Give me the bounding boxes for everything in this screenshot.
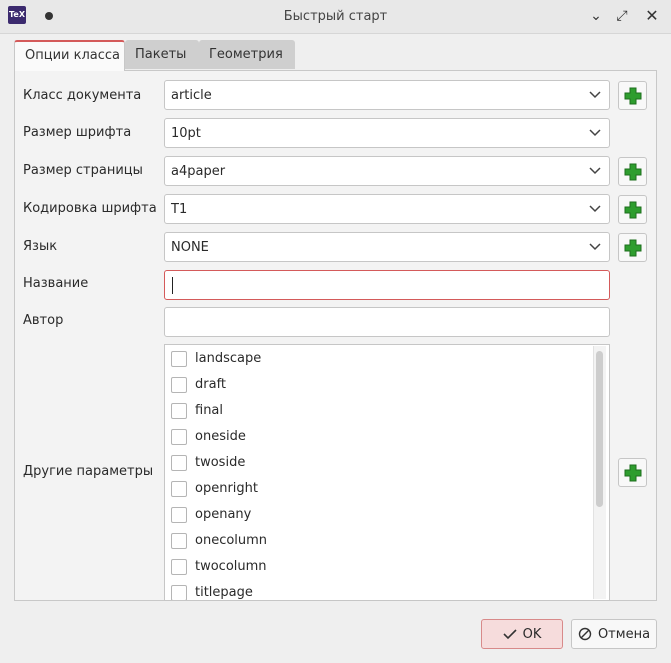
- list-scrollbar[interactable]: [593, 346, 606, 599]
- checkbox[interactable]: [171, 507, 187, 523]
- chevron-down-icon: [589, 243, 601, 251]
- checkbox[interactable]: [171, 377, 187, 393]
- add-language-button[interactable]: [618, 233, 647, 262]
- font-encoding-value: T1: [171, 202, 188, 217]
- chevron-down-icon: [589, 205, 601, 213]
- font-size-combo[interactable]: 10pt: [164, 118, 610, 148]
- plus-icon: [624, 464, 642, 482]
- document-class-label: Класс документа: [23, 88, 142, 103]
- checkbox[interactable]: [171, 351, 187, 367]
- paper-size-value: a4paper: [171, 164, 226, 179]
- tab-geometry[interactable]: Геометрия: [199, 40, 295, 69]
- language-label: Язык: [23, 239, 58, 254]
- chevron-down-icon: [589, 91, 601, 99]
- add-font-encoding-button[interactable]: [618, 195, 647, 224]
- cancel-icon: [578, 627, 592, 641]
- other-options-label: Другие параметры: [23, 464, 154, 479]
- title-input[interactable]: [164, 270, 610, 300]
- title-label: Название: [23, 276, 89, 291]
- plus-icon: [624, 87, 642, 105]
- tab-class-options[interactable]: Опции класса: [14, 40, 125, 71]
- minimize-icon[interactable]: ⌄: [586, 6, 606, 26]
- document-class-value: article: [171, 88, 212, 103]
- text-caret: [172, 277, 173, 294]
- checkbox[interactable]: [171, 481, 187, 497]
- tab-packages[interactable]: Пакеты: [125, 40, 199, 69]
- author-label: Автор: [23, 313, 64, 328]
- checkbox[interactable]: [171, 455, 187, 471]
- plus-icon: [624, 201, 642, 219]
- close-icon[interactable]: ✕: [642, 6, 662, 26]
- chevron-down-icon: [589, 167, 601, 175]
- cancel-label: Отмена: [597, 626, 651, 642]
- plus-icon: [624, 163, 642, 181]
- checkbox[interactable]: [171, 559, 187, 575]
- paper-size-label: Размер страницы: [23, 163, 143, 178]
- font-encoding-combo[interactable]: T1: [164, 194, 610, 224]
- check-icon: [503, 629, 517, 640]
- add-document-class-button[interactable]: [618, 81, 647, 110]
- plus-icon: [624, 239, 642, 257]
- language-value: NONE: [171, 240, 209, 255]
- chevron-down-icon: [589, 129, 601, 137]
- author-input[interactable]: [164, 307, 610, 337]
- other-options-list[interactable]: landscape draft final oneside twoside op…: [164, 344, 610, 601]
- language-combo[interactable]: NONE: [164, 232, 610, 262]
- scrollbar-thumb[interactable]: [596, 351, 603, 507]
- checkbox[interactable]: [171, 585, 187, 600]
- checkbox[interactable]: [171, 403, 187, 419]
- add-paper-size-button[interactable]: [618, 157, 647, 186]
- maximize-icon[interactable]: ⤢: [612, 6, 632, 26]
- document-class-combo[interactable]: article: [164, 80, 610, 110]
- window-title: Быстрый старт: [283, 9, 388, 24]
- checkbox[interactable]: [171, 429, 187, 445]
- checkbox[interactable]: [171, 533, 187, 549]
- font-size-value: 10pt: [171, 126, 201, 141]
- cancel-button[interactable]: Отмена: [571, 619, 657, 649]
- ok-label: OK: [522, 626, 542, 642]
- add-option-button[interactable]: [618, 458, 647, 487]
- font-size-label: Размер шрифта: [23, 125, 132, 140]
- paper-size-combo[interactable]: a4paper: [164, 156, 610, 186]
- ok-button[interactable]: OK: [481, 619, 563, 649]
- font-encoding-label: Кодировка шрифта: [23, 201, 157, 216]
- title-bar: TeX Быстрый старт ⌄ ⤢ ✕: [0, 0, 671, 34]
